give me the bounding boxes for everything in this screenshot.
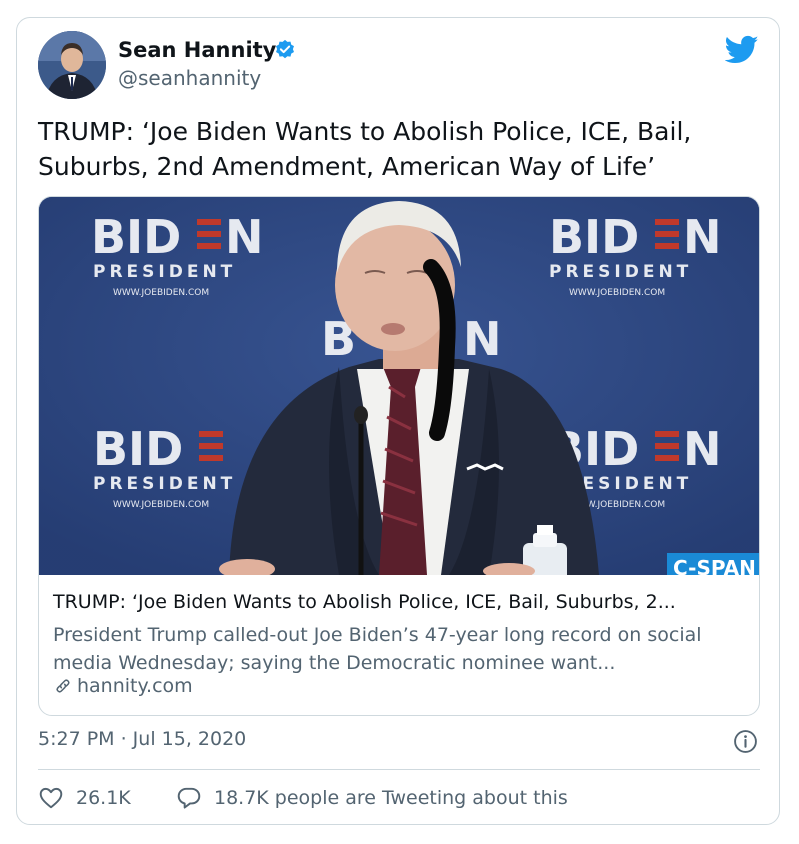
- svg-text:PRESIDENT: PRESIDENT: [93, 262, 236, 282]
- link-card-description: President Trump called-out Joe Biden’s 4…: [53, 624, 702, 674]
- divider: [38, 769, 760, 770]
- svg-text:BID: BID: [91, 210, 181, 264]
- link-preview-card[interactable]: BID N PRESIDENT WWW.JOEBIDEN.COM BID N P…: [38, 196, 760, 716]
- svg-text:C-SPAN: C-SPAN: [673, 556, 756, 575]
- author-name[interactable]: Sean Hannity: [118, 38, 276, 62]
- info-icon[interactable]: [733, 729, 758, 754]
- reply-conversation-button[interactable]: 18.7K people are Tweeting about this: [176, 785, 568, 811]
- heart-icon: [39, 787, 63, 809]
- twitter-bird-icon[interactable]: [725, 35, 759, 65]
- tweet-timestamp[interactable]: 5:27 PM · Jul 15, 2020: [38, 728, 246, 750]
- svg-text:N: N: [683, 210, 722, 264]
- media-image[interactable]: BID N PRESIDENT WWW.JOEBIDEN.COM BID N P…: [39, 197, 759, 583]
- svg-text:WWW.JOEBIDEN.COM: WWW.JOEBIDEN.COM: [113, 288, 209, 298]
- svg-text:BID: BID: [549, 210, 639, 264]
- link-card-domain[interactable]: hannity.com: [53, 675, 193, 697]
- cspan-watermark: C-SPAN: [667, 553, 759, 580]
- reply-bubble-icon: [177, 787, 201, 809]
- link-card-title[interactable]: TRUMP: ‘Joe Biden Wants to Abolish Polic…: [53, 591, 753, 613]
- svg-text:WWW.JOEBIDEN.COM: WWW.JOEBIDEN.COM: [569, 288, 665, 298]
- svg-text:WWW.JOEBIDEN.COM: WWW.JOEBIDEN.COM: [113, 500, 209, 510]
- verified-badge-icon: [276, 39, 294, 59]
- link-domain-text[interactable]: hannity.com: [77, 675, 193, 697]
- tweet-text: TRUMP: ‘Joe Biden Wants to Abolish Polic…: [38, 117, 692, 181]
- like-button[interactable]: 26.1K: [38, 785, 131, 811]
- svg-text:N: N: [683, 422, 722, 476]
- svg-text:PRESIDENT: PRESIDENT: [549, 262, 692, 282]
- tweeting-about-text: 18.7K people are Tweeting about this: [214, 787, 568, 809]
- avatar[interactable]: [38, 31, 106, 99]
- like-count: 26.1K: [76, 787, 131, 809]
- svg-text:N: N: [225, 210, 264, 264]
- author-handle[interactable]: @seanhannity: [118, 66, 261, 90]
- link-icon: [56, 679, 70, 693]
- svg-text:PRESIDENT: PRESIDENT: [93, 474, 236, 494]
- svg-text:BID: BID: [93, 422, 183, 476]
- svg-text:N: N: [463, 312, 502, 366]
